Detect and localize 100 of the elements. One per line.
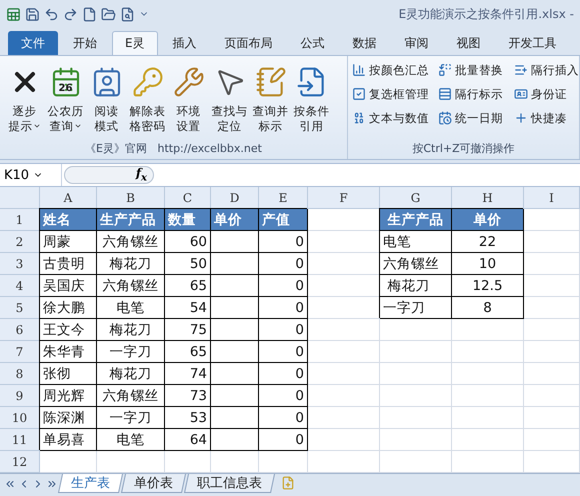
table-cell: 六角镙丝 xyxy=(380,253,452,275)
caret-icon xyxy=(74,122,82,130)
table-cell: 0 xyxy=(259,341,308,363)
ribbon-tab[interactable]: 页面布局 xyxy=(212,31,286,55)
table-cell: 古贵明 xyxy=(40,253,97,275)
table-cell: 梅花刀 xyxy=(380,275,452,297)
ribbon-button[interactable]: 26 公农历 查询 xyxy=(45,60,86,141)
table-cell: 0 xyxy=(259,253,308,275)
ribbon-button[interactable]: 按条件 引用 xyxy=(291,60,332,141)
ribbon-button[interactable]: 查询并 标示 xyxy=(250,60,291,141)
group-label: 《E灵》官网 http://excelbbx.net xyxy=(84,141,263,157)
table-cell: 一字刀 xyxy=(97,341,165,363)
table-cell: 0 xyxy=(259,231,308,253)
column-header: I xyxy=(524,187,580,209)
table-cell: 65 xyxy=(165,275,211,297)
table-cell: 0 xyxy=(259,319,308,341)
table-cell: 0 xyxy=(259,407,308,429)
sheet-tab[interactable]: 职工信息表 xyxy=(184,474,276,493)
header-cell: 生产产品 xyxy=(380,209,452,231)
table-cell: 74 xyxy=(165,363,211,385)
column-header: C xyxy=(165,187,211,209)
ribbon-tab[interactable]: 开始 xyxy=(60,31,110,55)
calendar-clock-icon xyxy=(438,111,452,125)
row-header: 6 xyxy=(0,319,40,341)
sheet-nav-icon[interactable] xyxy=(46,478,58,490)
ribbon-button[interactable]: 查找与 定位 xyxy=(209,60,250,141)
row-header: 12 xyxy=(0,451,40,473)
table-cell: 73 xyxy=(165,385,211,407)
function-button[interactable]: f$_{x}$ xyxy=(136,166,147,184)
table-cell: 54 xyxy=(165,297,211,319)
table-cell: 50 xyxy=(165,253,211,275)
ribbon-tab[interactable]: 插入 xyxy=(160,31,210,55)
ribbon-small-button[interactable]: 隔行标示 xyxy=(438,83,514,105)
table-cell: 0 xyxy=(259,297,308,319)
ribbon-small-button[interactable]: 快捷凑 xyxy=(514,107,580,129)
binary-icon xyxy=(352,111,366,125)
header-cell: 单价 xyxy=(452,209,524,231)
ribbon-tab[interactable]: 公式 xyxy=(288,31,338,55)
ribbon-tab[interactable]: 文件 xyxy=(8,31,58,55)
table-cell: 六角镙丝 xyxy=(97,231,165,253)
ribbon-small-button[interactable]: 文本与数值 xyxy=(352,107,438,129)
table-cell: 53 xyxy=(165,407,211,429)
table-cell: 张彻 xyxy=(40,363,97,385)
id-card-icon xyxy=(514,87,528,101)
row-header: 5 xyxy=(0,297,40,319)
table-cell: 12.5 xyxy=(452,275,524,297)
ribbon-tab[interactable]: 视图 xyxy=(444,31,494,55)
file-search-icon[interactable] xyxy=(120,6,135,22)
ribbon-button[interactable]: 环境 设置 xyxy=(168,60,209,141)
checkbox-icon xyxy=(352,87,366,101)
table-cell: 六角镙丝 xyxy=(97,275,165,297)
ribbon-button[interactable]: 解除表 格密码 xyxy=(127,60,168,141)
ribbon-button[interactable]: 逐步 提示 xyxy=(4,60,45,141)
replace-icon xyxy=(438,63,452,77)
row-header: 11 xyxy=(0,429,40,451)
ribbon-small-button[interactable]: 复选框管理 xyxy=(352,83,438,105)
header-cell: 生产产品 xyxy=(97,209,165,231)
column-header: E xyxy=(259,187,308,209)
sheet-nav-icon[interactable] xyxy=(4,478,16,490)
ribbon-tab[interactable]: E灵 xyxy=(112,31,158,55)
row-header: 1 xyxy=(0,209,40,231)
ribbon-tab[interactable]: 数据 xyxy=(340,31,390,55)
table-cell: 王文今 xyxy=(40,319,97,341)
sheet-tab[interactable]: 生产表 xyxy=(58,474,124,493)
ribbon-small-button[interactable]: 统一日期 xyxy=(438,107,514,129)
table-cell: 8 xyxy=(452,297,524,319)
column-header: F xyxy=(308,187,380,209)
header-cell: 单价 xyxy=(211,209,259,231)
spreadsheet-icon[interactable] xyxy=(6,6,21,22)
ribbon-button[interactable]: 阅读 模式 xyxy=(86,60,127,141)
file-icon[interactable] xyxy=(82,6,97,22)
save-icon[interactable] xyxy=(25,6,40,22)
table-cell: 电笔 xyxy=(97,429,165,451)
table-cell: 65 xyxy=(165,341,211,363)
ribbon-tab[interactable]: 审阅 xyxy=(392,31,442,55)
folder-icon[interactable] xyxy=(101,6,116,22)
table-cell: 梅花刀 xyxy=(97,363,165,385)
name-box[interactable]: K10 xyxy=(0,164,62,186)
table-cell: 一字刀 xyxy=(97,407,165,429)
table-cell: 64 xyxy=(165,429,211,451)
sheet-tab[interactable]: 单价表 xyxy=(120,474,186,493)
key-icon xyxy=(132,66,164,98)
ribbon-small-button[interactable]: 隔行插入 xyxy=(514,59,580,81)
undo-icon[interactable] xyxy=(44,6,59,22)
ribbon-small-button[interactable]: 批量替换 xyxy=(438,59,514,81)
column-header: A xyxy=(40,187,97,209)
table-cell: 梅花刀 xyxy=(97,319,165,341)
row-header: 3 xyxy=(0,253,40,275)
table-cell: 0 xyxy=(259,363,308,385)
group-label: 按Ctrl+Z可撤消操作 xyxy=(411,141,516,157)
row-header: 2 xyxy=(0,231,40,253)
ribbon-tab[interactable]: 开发工具 xyxy=(496,31,570,55)
table-cell: 0 xyxy=(259,429,308,451)
ribbon-small-button[interactable]: 身份证 xyxy=(514,83,580,105)
redo-icon[interactable] xyxy=(63,6,78,22)
column-header: D xyxy=(211,187,259,209)
notebook-pen-icon xyxy=(254,66,286,98)
row-header: 4 xyxy=(0,275,40,297)
table-cell: 周光辉 xyxy=(40,385,97,407)
ribbon-small-button[interactable]: 按颜色汇总 xyxy=(352,59,438,81)
